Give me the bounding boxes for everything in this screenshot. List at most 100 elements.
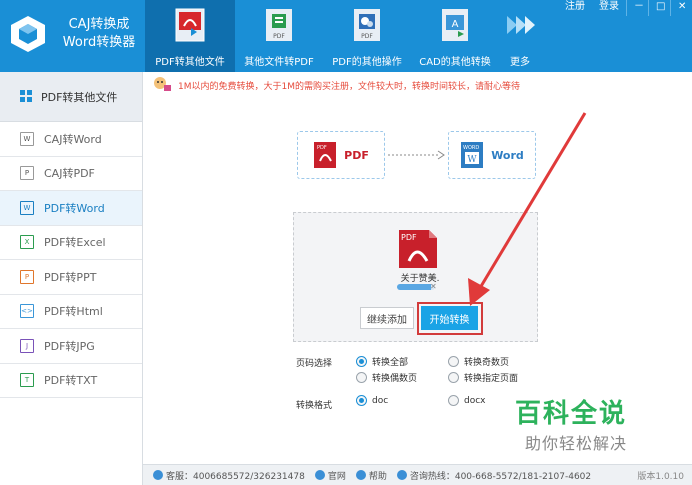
- radio-icon: [448, 372, 459, 383]
- sidebar-header-label: PDF转其他文件: [41, 90, 118, 104]
- radio-odd-pages[interactable]: 转换奇数页: [448, 355, 509, 368]
- footer-hotline: 咨询热线：400-668-5572/181-2107-4602: [396, 469, 591, 482]
- sidebar-item-pdf-excel[interactable]: X PDF转Excel: [0, 226, 142, 260]
- app-title-line1: CAJ转换成: [68, 17, 130, 32]
- radio-convert-all[interactable]: 转换全部: [356, 355, 408, 368]
- sidebar: PDF转其他文件 W CAJ转Word P CAJ转PDF W PDF转Word…: [0, 72, 143, 485]
- caj-word-icon: W: [20, 131, 34, 146]
- sidebar-item-pdf-html[interactable]: <> PDF转Html: [0, 295, 142, 329]
- notice-bar: 1M以内的免费转换，大于1M的需购买注册，文件较大时，转换时间较长，请耐心等待: [152, 74, 520, 96]
- sidebar-item-pdf-jpg[interactable]: J PDF转JPG: [0, 329, 142, 364]
- source-format-label: PDF: [344, 148, 369, 162]
- nav-label: PDF的其他操作: [332, 57, 402, 68]
- maximize-button[interactable]: □: [648, 0, 670, 16]
- logo-cube-icon: [11, 16, 45, 52]
- nav-more[interactable]: 更多: [499, 0, 541, 72]
- flow-arrow-icon: [388, 150, 445, 160]
- person-notice-icon: [154, 77, 171, 91]
- file-to-pdf-icon: PDF: [266, 9, 292, 41]
- sidebar-item-label: CAJ转Word: [44, 132, 102, 146]
- nav-cad-convert[interactable]: A CAD的其他转换: [411, 0, 499, 72]
- sidebar-item-pdf-ppt[interactable]: P PDF转PPT: [0, 260, 142, 295]
- app-title: CAJ转换成 Word转换器: [56, 16, 142, 52]
- watermark-subtitle: 助你轻松解决: [525, 434, 628, 453]
- footer-service: 客服：4006685572/326231478: [153, 469, 305, 482]
- person-icon: [153, 469, 163, 480]
- pdf-txt-icon: T: [20, 373, 34, 388]
- radio-label: doc: [372, 395, 389, 406]
- radio-label: 转换偶数页: [372, 374, 418, 384]
- pdf-html-icon: <>: [20, 304, 34, 319]
- radio-icon: [356, 372, 367, 383]
- nav-label: 更多: [510, 57, 530, 68]
- footer-help[interactable]: 帮助: [355, 469, 387, 482]
- progress-fill: [397, 284, 432, 290]
- globe-icon: [314, 469, 325, 480]
- sidebar-item-label: PDF转Html: [44, 305, 103, 319]
- radio-format-docx[interactable]: docx: [448, 395, 486, 406]
- svg-text:PDF: PDF: [273, 33, 285, 40]
- sidebar-item-label: CAJ转PDF: [44, 167, 95, 181]
- sidebar-item-caj-word[interactable]: W CAJ转Word: [0, 122, 142, 157]
- radio-specified-pages[interactable]: 转换指定页面: [448, 371, 518, 384]
- more-arrows-icon: [507, 16, 535, 34]
- pdf-file-icon: PDF: [314, 142, 337, 168]
- sidebar-item-label: PDF转PPT: [44, 270, 97, 284]
- version-label: 版本1.0.10: [637, 472, 684, 482]
- radio-checked-icon: [356, 395, 367, 406]
- grid-icon: [20, 90, 32, 102]
- nav-label: CAD的其他转换: [419, 57, 491, 68]
- nav-pdf-operations[interactable]: PDF PDF的其他操作: [323, 0, 411, 72]
- radio-icon: [448, 356, 459, 367]
- pdf-excel-icon: X: [20, 235, 34, 250]
- sidebar-item-label: PDF转Excel: [44, 236, 106, 250]
- sidebar-item-label: PDF转Word: [44, 201, 105, 215]
- nav-pdf-to-other[interactable]: PDF转其他文件: [145, 0, 235, 72]
- continue-add-button[interactable]: 继续添加: [360, 307, 414, 329]
- status-footer: 客服：4006685572/326231478 官网 帮助 咨询热线：400-6…: [143, 464, 692, 485]
- file-card[interactable]: PDF: [396, 229, 440, 272]
- radio-even-pages[interactable]: 转换偶数页: [356, 371, 417, 384]
- top-nav: PDF转其他文件 PDF 其他文件转PDF PDF PDF的其他操作 A CAD…: [145, 0, 541, 72]
- source-format-box: PDF PDF: [297, 131, 385, 179]
- radio-label: 转换奇数页: [464, 358, 510, 368]
- sidebar-item-pdf-word[interactable]: W PDF转Word: [0, 191, 142, 226]
- sidebar-header: PDF转其他文件: [0, 72, 142, 122]
- pdf-settings-icon: PDF: [354, 9, 380, 41]
- app-title-line2: Word转换器: [62, 35, 136, 50]
- app-logo: CAJ转换成 Word转换器: [0, 0, 145, 72]
- minimize-button[interactable]: －: [626, 0, 648, 16]
- pdf-jpg-icon: J: [20, 338, 34, 353]
- svg-text:PDF: PDF: [361, 33, 373, 40]
- radio-icon: [448, 395, 459, 406]
- footer-website[interactable]: 官网: [314, 469, 346, 482]
- pdf-ppt-icon: P: [20, 269, 34, 284]
- radio-format-doc[interactable]: doc: [356, 395, 388, 406]
- remove-file-icon[interactable]: ✕: [430, 282, 437, 291]
- pdf-convert-icon: [175, 8, 205, 42]
- register-link[interactable]: 注册: [558, 0, 592, 16]
- sidebar-item-label: PDF转TXT: [44, 374, 98, 388]
- nav-label: PDF转其他文件: [155, 57, 225, 68]
- caj-pdf-icon: P: [20, 166, 34, 181]
- nav-other-to-pdf[interactable]: PDF 其他文件转PDF: [235, 0, 323, 72]
- cad-convert-icon: A: [442, 9, 468, 41]
- help-icon: [355, 469, 366, 480]
- page-selection-label: 页码选择: [296, 359, 333, 369]
- sidebar-item-caj-pdf[interactable]: P CAJ转PDF: [0, 157, 142, 191]
- app-header: CAJ转换成 Word转换器 PDF转其他文件 PDF 其他文件转PDF PDF…: [0, 0, 692, 72]
- red-pointer-arrow: [468, 112, 587, 306]
- close-button[interactable]: ✕: [670, 0, 692, 16]
- login-link[interactable]: 登录: [592, 0, 626, 16]
- file-badge-text: PDF: [401, 233, 417, 242]
- radio-label: docx: [464, 395, 486, 406]
- radio-label: 转换指定页面: [464, 374, 519, 384]
- sidebar-item-label: PDF转JPG: [44, 339, 95, 353]
- phone-icon: [396, 469, 407, 480]
- pdf-file-icon: PDF: [399, 230, 437, 268]
- window-controls: 注册 登录 － □ ✕: [558, 0, 692, 16]
- watermark-title: 百科全说: [515, 399, 628, 429]
- sidebar-item-pdf-txt[interactable]: T PDF转TXT: [0, 364, 142, 398]
- pdf-badge-text: PDF: [317, 145, 327, 151]
- radio-label: 转换全部: [372, 358, 409, 368]
